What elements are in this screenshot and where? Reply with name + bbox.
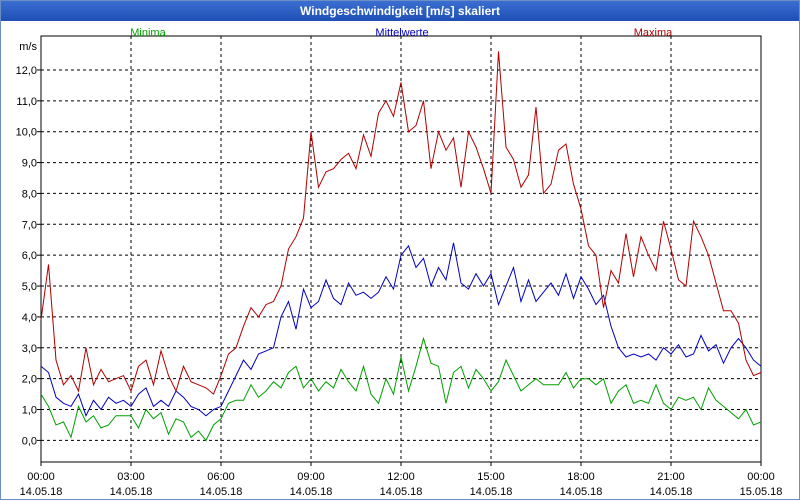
x-tick-date-label: 14.05.18 <box>200 486 243 498</box>
wind-speed-chart: 0,0 1,0 2,0 3,0 4,0 5,0 6,0 7,0 8,0 9,0 10,0 11,0 12… <box>16 27 783 498</box>
x-tick-time-label: 18:00 <box>567 471 595 483</box>
y-axis-unit-label: m/s <box>19 41 37 53</box>
x-tick-date-label: 14.05.18 <box>560 486 603 498</box>
y-tick-label: 10,0 <box>16 127 37 139</box>
x-tick-time-label: 00:00 <box>27 471 55 483</box>
legend-item-minima: Minima <box>130 27 166 39</box>
chart-window: Windgeschwindigkeit [m/s] skaliert 0,0 1,… <box>0 0 800 500</box>
x-tick-date-label: 14.05.18 <box>20 486 63 498</box>
x-tick-time-label: 15:00 <box>477 471 505 483</box>
y-tick-label: 5,0 <box>22 281 37 293</box>
y-tick-label: 2,0 <box>22 374 37 386</box>
x-tick-date-label: 15.05.18 <box>740 486 783 498</box>
x-tick-time-label: 03:00 <box>117 471 145 483</box>
x-tick-time-label: 09:00 <box>297 471 325 483</box>
x-tick-time-label: 00:00 <box>747 471 775 483</box>
x-tick-date-label: 14.05.18 <box>290 486 333 498</box>
y-tick-label: 0,0 <box>22 435 37 447</box>
y-tick-label: 11,0 <box>16 96 37 108</box>
x-tick-date-label: 14.05.18 <box>380 486 423 498</box>
x-tick-date-label: 14.05.18 <box>470 486 513 498</box>
y-tick-label: 9,0 <box>22 158 37 170</box>
x-tick-time-label: 21:00 <box>657 471 685 483</box>
y-tick-label: 8,0 <box>22 188 37 200</box>
y-axis: 0,0 1,0 2,0 3,0 4,0 5,0 6,0 7,0 8,0 9,0 10,0 11,0 12… <box>16 65 41 447</box>
legend-item-maxima: Maxima <box>634 27 673 39</box>
y-tick-label: 7,0 <box>22 219 37 231</box>
legend-item-mittelwerte: Mittelwerte <box>375 27 428 39</box>
y-tick-label: 4,0 <box>22 312 37 324</box>
x-tick-date-label: 14.05.18 <box>650 486 693 498</box>
y-tick-label: 12,0 <box>16 65 37 77</box>
x-tick-date-label: 14.05.18 <box>110 486 153 498</box>
x-tick-time-label: 06:00 <box>207 471 235 483</box>
y-tick-label: 1,0 <box>22 405 37 417</box>
x-tick-time-label: 12:00 <box>387 471 415 483</box>
y-tick-label: 6,0 <box>22 250 37 262</box>
y-tick-label: 3,0 <box>22 343 37 355</box>
x-axis: 00:00 14.05.18 03:00 14.05.18 06:00 14.05.18 0… <box>20 462 783 498</box>
